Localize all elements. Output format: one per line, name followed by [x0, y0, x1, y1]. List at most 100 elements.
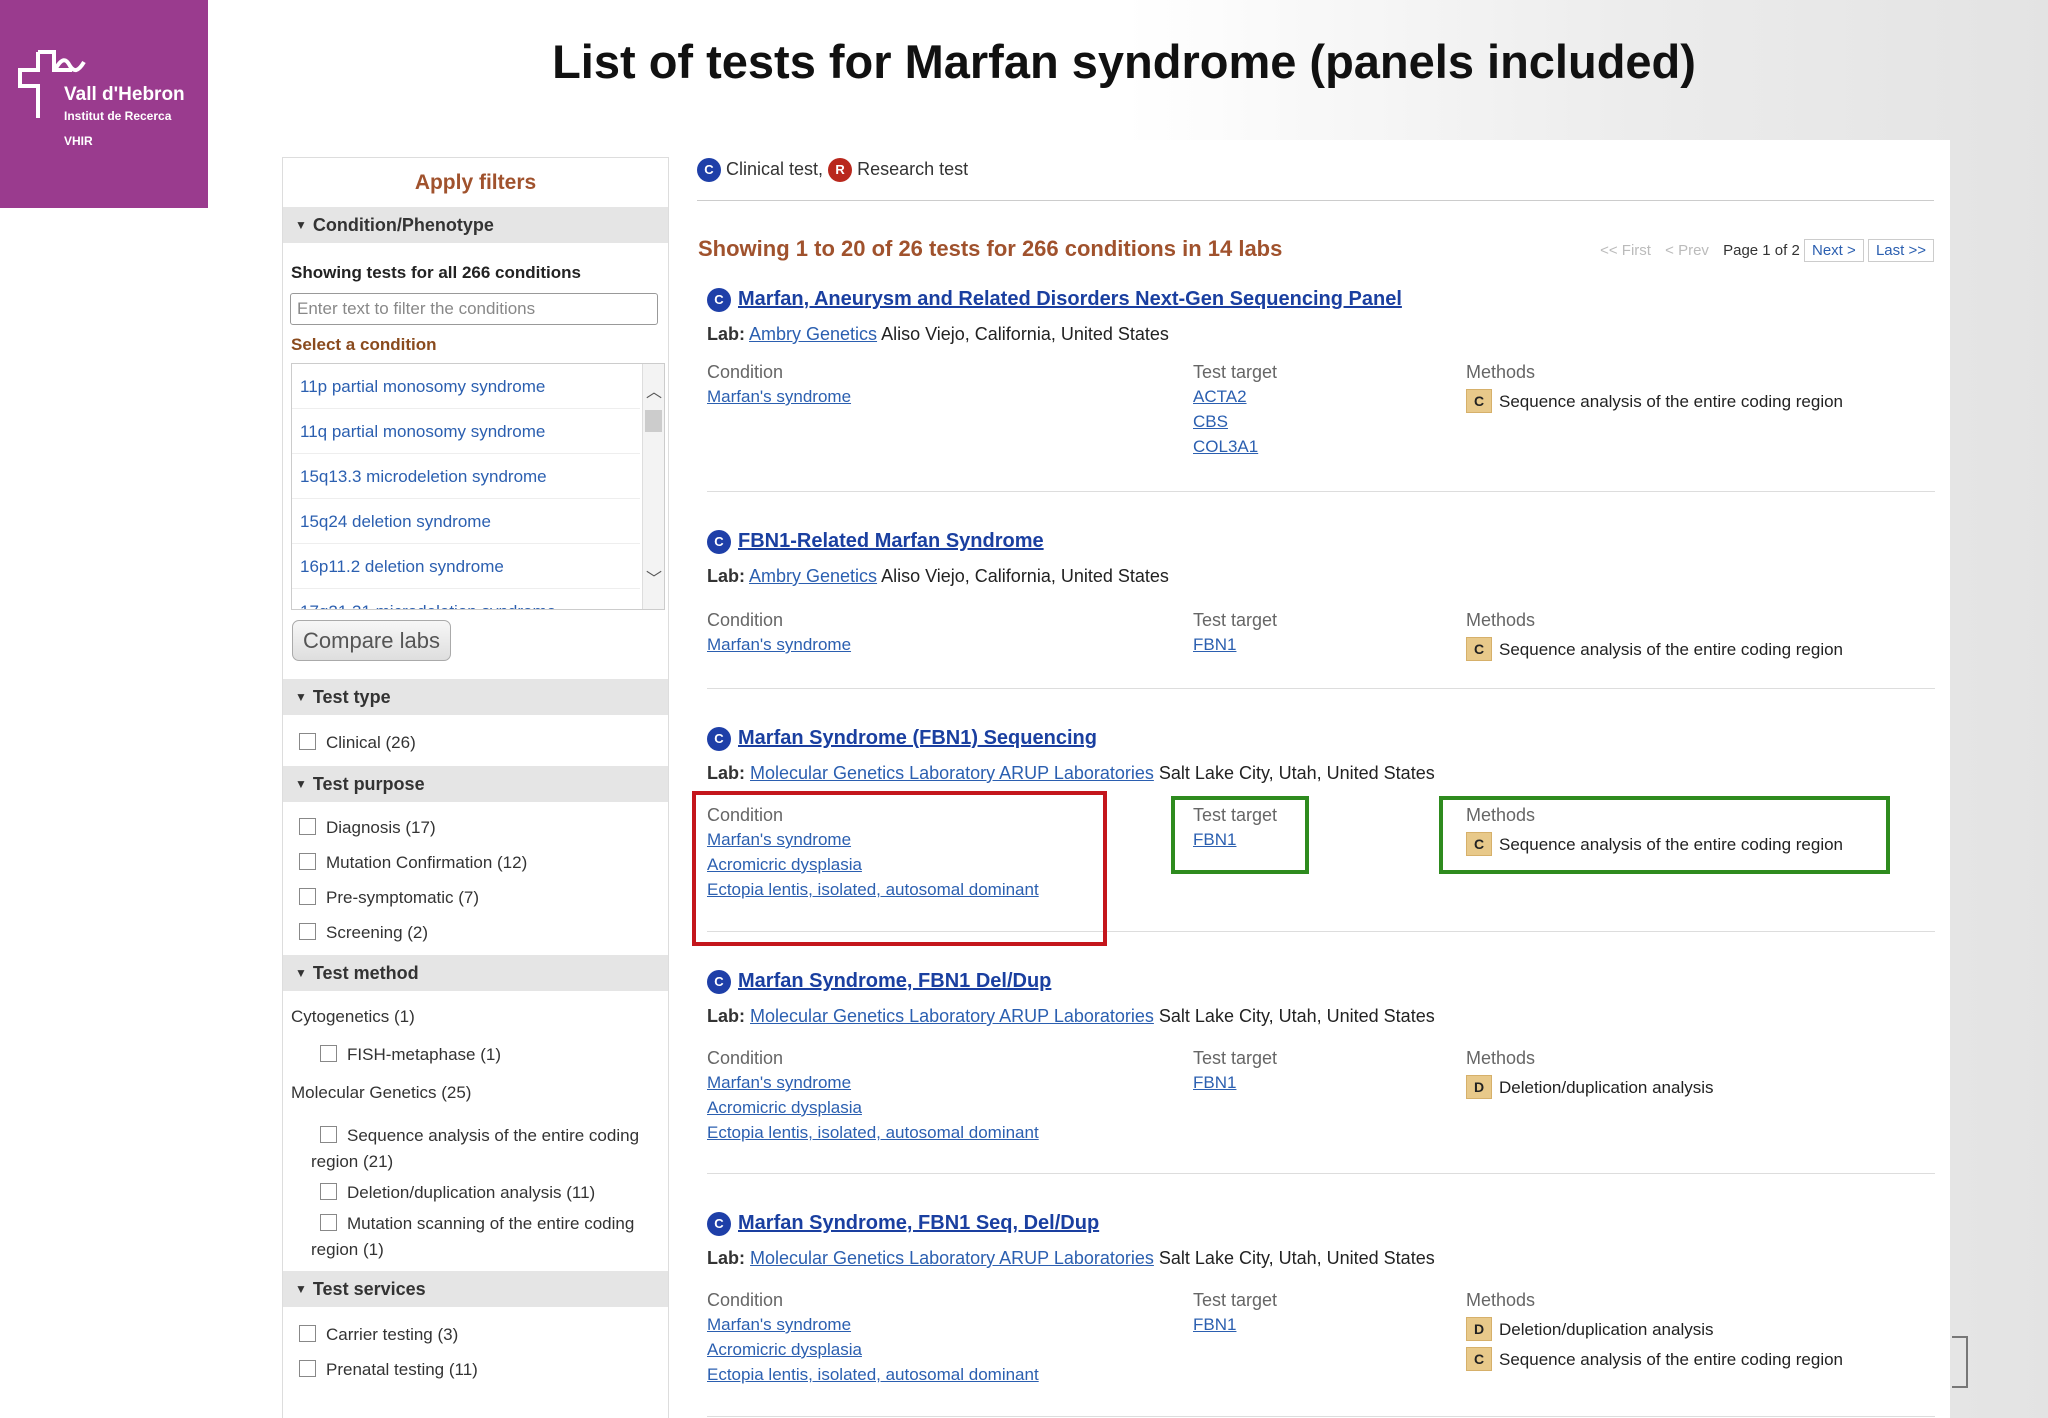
filter-checkbox-fish[interactable]: FISH-metaphase (1): [283, 1037, 668, 1073]
condition-link[interactable]: Marfan's syndrome: [707, 1073, 1039, 1098]
last-page-button[interactable]: Last >>: [1867, 239, 1934, 262]
condition-link[interactable]: Acromicric dysplasia: [707, 1098, 1039, 1123]
checkbox[interactable]: [299, 818, 316, 835]
checkbox[interactable]: [320, 1183, 337, 1200]
checkbox-label: Sequence analysis of the entire coding r…: [311, 1126, 640, 1171]
condition-list[interactable]: 11p partial monosomy syndrome 11q partia…: [291, 363, 665, 610]
method-name: Sequence analysis of the entire coding r…: [1499, 392, 1844, 411]
checkbox[interactable]: [320, 1045, 337, 1062]
target-highlight-box: [1171, 796, 1309, 874]
scroll-up-icon[interactable]: ︿: [643, 378, 664, 404]
condition-item[interactable]: 11p partial monosomy syndrome: [292, 364, 640, 409]
legend-clinical-label: Clinical test,: [726, 159, 824, 179]
checkbox-label: Screening (2): [326, 923, 429, 942]
first-page-link[interactable]: << First: [1600, 242, 1651, 259]
logo-line1: Vall d'Hebron: [64, 84, 185, 105]
test-entry: C Marfan Syndrome, FBN1 Seq, Del/Dup Lab:…: [707, 1212, 1935, 1400]
lab-link[interactable]: Ambry Genetics: [749, 324, 877, 344]
filter-checkbox-mutation-scanning[interactable]: Mutation scanning of the entire coding r…: [283, 1211, 668, 1263]
condition-link[interactable]: Ectopia lentis, isolated, autosomal domi…: [707, 1123, 1039, 1148]
condition-section-toggle[interactable]: ▼ Condition/Phenotype: [283, 207, 668, 243]
filter-checkbox-carrier-testing[interactable]: Carrier testing (3): [283, 1317, 668, 1352]
filter-checkbox-prenatal-testing[interactable]: Prenatal testing (11): [283, 1352, 668, 1387]
showing-all-text: Showing tests for all 266 conditions: [291, 263, 581, 282]
checkbox[interactable]: [299, 853, 316, 870]
filter-checkbox-deletion-duplication[interactable]: Deletion/duplication analysis (11): [283, 1175, 668, 1211]
triangle-down-icon: ▼: [295, 1282, 307, 1296]
condition-filter-input[interactable]: [290, 293, 658, 325]
cytogenetics-heading: Cytogenetics (1): [291, 1007, 415, 1026]
gene-link[interactable]: FBN1: [1193, 1315, 1277, 1340]
gene-link[interactable]: ACTA2: [1193, 387, 1277, 412]
condition-link[interactable]: Marfan's syndrome: [707, 387, 851, 412]
gene-link[interactable]: FBN1: [1193, 1073, 1277, 1098]
filter-checkbox-pre-symptomatic[interactable]: Pre-symptomatic (7): [283, 880, 668, 915]
compare-labs-button[interactable]: Compare labs: [292, 620, 451, 661]
lab-link[interactable]: Ambry Genetics: [749, 566, 877, 586]
checkbox[interactable]: [320, 1126, 337, 1143]
condition-list-scrollbar[interactable]: ︿ ﹀: [642, 364, 664, 609]
legend-research-label: Research test: [857, 159, 969, 179]
gene-link[interactable]: FBN1: [1193, 635, 1277, 660]
condition-item[interactable]: 15q24 deletion syndrome: [292, 499, 640, 544]
test-purpose-title: Test purpose: [312, 774, 425, 794]
test-divider: [707, 688, 1935, 689]
legend-divider: [697, 200, 1934, 201]
methods-header: Methods: [1466, 1290, 1536, 1310]
condition-item[interactable]: 17q21.31 microdeletion syndrome: [292, 589, 640, 609]
condition-link[interactable]: Ectopia lentis, isolated, autosomal domi…: [707, 1365, 1039, 1390]
filter-checkbox-mutation-confirmation[interactable]: Mutation Confirmation (12): [283, 845, 668, 880]
lab-link[interactable]: Molecular Genetics Laboratory ARUP Labor…: [750, 763, 1154, 783]
lab-label: Lab:: [707, 1006, 745, 1026]
checkbox[interactable]: [299, 1325, 316, 1342]
gene-link[interactable]: CBS: [1193, 412, 1277, 437]
test-purpose-toggle[interactable]: ▼ Test purpose: [283, 766, 668, 802]
results-summary: Showing 1 to 20 of 26 tests for 266 cond…: [698, 236, 1283, 261]
prev-page-link[interactable]: < Prev: [1665, 242, 1709, 259]
method-row: C Sequence analysis of the entire coding …: [1466, 1345, 1843, 1375]
checkbox[interactable]: [320, 1214, 337, 1231]
lab-link[interactable]: Molecular Genetics Laboratory ARUP Labor…: [750, 1006, 1154, 1026]
test-type-toggle[interactable]: ▼ Test type: [283, 679, 668, 715]
test-services-toggle[interactable]: ▼ Test services: [283, 1271, 668, 1307]
methods-header: Methods: [1466, 1048, 1536, 1068]
filter-checkbox-clinical[interactable]: Clinical (26): [283, 725, 668, 760]
checkbox-label: Carrier testing (3): [326, 1325, 459, 1344]
filter-checkbox-sequence-analysis[interactable]: Sequence analysis of the entire coding r…: [283, 1113, 668, 1175]
checkbox-label: Prenatal testing (11): [326, 1360, 478, 1379]
test-divider: [707, 491, 1935, 492]
scroll-down-icon[interactable]: ﹀: [643, 565, 664, 591]
test-title-link[interactable]: Marfan Syndrome (FBN1) Sequencing: [738, 727, 1097, 749]
condition-link[interactable]: Marfan's syndrome: [707, 635, 851, 660]
gene-link[interactable]: COL3A1: [1193, 437, 1277, 462]
condition-item[interactable]: 11q partial monosomy syndrome: [292, 409, 640, 454]
method-name: Deletion/duplication analysis: [1499, 1320, 1714, 1339]
test-divider: [707, 1173, 1935, 1174]
scrollbar-thumb[interactable]: [645, 410, 662, 432]
checkbox[interactable]: [299, 1360, 316, 1377]
method-row: D Deletion/duplication analysis: [1466, 1315, 1843, 1345]
checkbox-label: Deletion/duplication analysis (11): [347, 1183, 596, 1202]
condition-item[interactable]: 15q13.3 microdeletion syndrome: [292, 454, 640, 499]
filter-checkbox-screening[interactable]: Screening (2): [283, 915, 668, 950]
condition-item[interactable]: 16p11.2 deletion syndrome: [292, 544, 640, 589]
filter-checkbox-diagnosis[interactable]: Diagnosis (17): [283, 810, 668, 845]
checkbox-label: Clinical (26): [326, 733, 416, 752]
lab-link[interactable]: Molecular Genetics Laboratory ARUP Labor…: [750, 1248, 1154, 1268]
checkbox[interactable]: [299, 733, 316, 750]
next-page-button[interactable]: Next >: [1804, 239, 1864, 262]
test-title-link[interactable]: Marfan Syndrome, FBN1 Seq, Del/Dup: [738, 1212, 1099, 1234]
clinical-test-badge-icon: C: [707, 1212, 731, 1236]
test-method-toggle[interactable]: ▼ Test method: [283, 955, 668, 991]
checkbox[interactable]: [299, 923, 316, 940]
research-test-badge-icon: R: [828, 158, 853, 182]
test-title-link[interactable]: FBN1-Related Marfan Syndrome: [738, 530, 1044, 552]
logo-line2: Institut de Recerca: [64, 109, 172, 123]
condition-link[interactable]: Acromicric dysplasia: [707, 1340, 1039, 1365]
test-title-link[interactable]: Marfan, Aneurysm and Related Disorders N…: [738, 288, 1402, 310]
checkbox[interactable]: [299, 888, 316, 905]
test-target-header: Test target: [1193, 362, 1278, 382]
condition-link[interactable]: Marfan's syndrome: [707, 1315, 1039, 1340]
test-title-link[interactable]: Marfan Syndrome, FBN1 Del/Dup: [738, 970, 1051, 992]
test-target-header: Test target: [1193, 1290, 1278, 1310]
